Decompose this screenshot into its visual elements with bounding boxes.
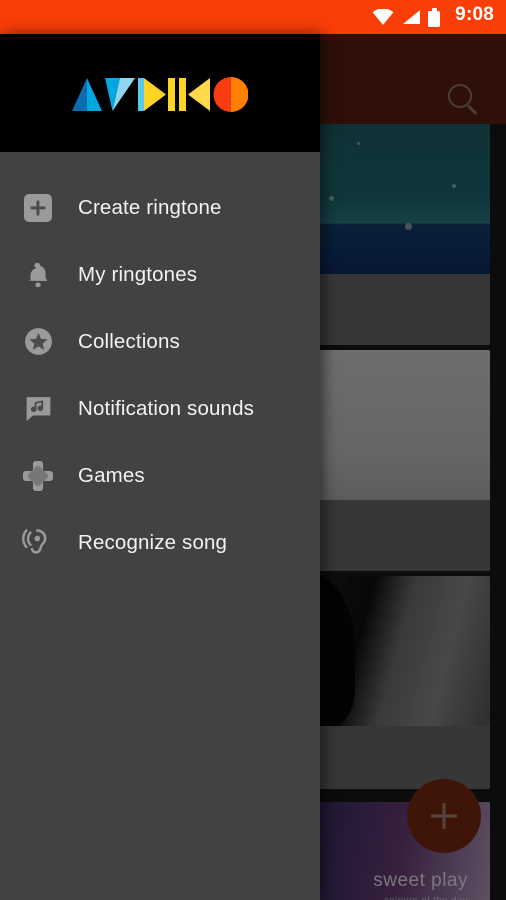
sidebar-item-label: Games	[78, 463, 145, 487]
status-clock: 9:08	[455, 4, 494, 25]
star-circle-icon	[20, 324, 56, 360]
ear-listen-icon	[20, 525, 56, 561]
sidebar-item-games[interactable]: Games	[0, 442, 320, 509]
sidebar-item-my-ringtones[interactable]: My ringtones	[0, 241, 320, 308]
app-root: YAN OLSEN HYDROSTATIC ...rostatic ...Ols…	[0, 0, 506, 900]
chat-music-note-icon	[20, 391, 56, 427]
sidebar-item-label: Notification sounds	[78, 396, 255, 420]
battery-icon	[428, 7, 440, 27]
sidebar-item-label: Recognize song	[78, 530, 228, 554]
signal-icon	[403, 10, 420, 24]
sidebar-item-label: Create ringtone	[78, 195, 222, 219]
status-bar: 9:08	[0, 0, 506, 34]
sidebar-item-recognize-song[interactable]: Recognize song	[0, 509, 320, 576]
sidebar-item-collections[interactable]: Collections	[0, 308, 320, 375]
bell-icon	[20, 257, 56, 293]
sidebar-item-label: Collections	[78, 329, 180, 353]
audiko-logo	[72, 77, 248, 112]
drawer-header	[0, 34, 320, 152]
sidebar-item-label: My ringtones	[78, 262, 198, 286]
wifi-icon	[372, 9, 394, 25]
navigation-drawer[interactable]: Create ringtone My ringtones Collections…	[0, 34, 320, 900]
sidebar-item-create-ringtone[interactable]: Create ringtone	[0, 174, 320, 241]
add-square-icon	[20, 190, 56, 226]
drawer-nav-list[interactable]: Create ringtone My ringtones Collections…	[0, 152, 320, 576]
gamepad-dpad-icon	[20, 458, 56, 494]
sidebar-item-notification-sounds[interactable]: Notification sounds	[0, 375, 320, 442]
